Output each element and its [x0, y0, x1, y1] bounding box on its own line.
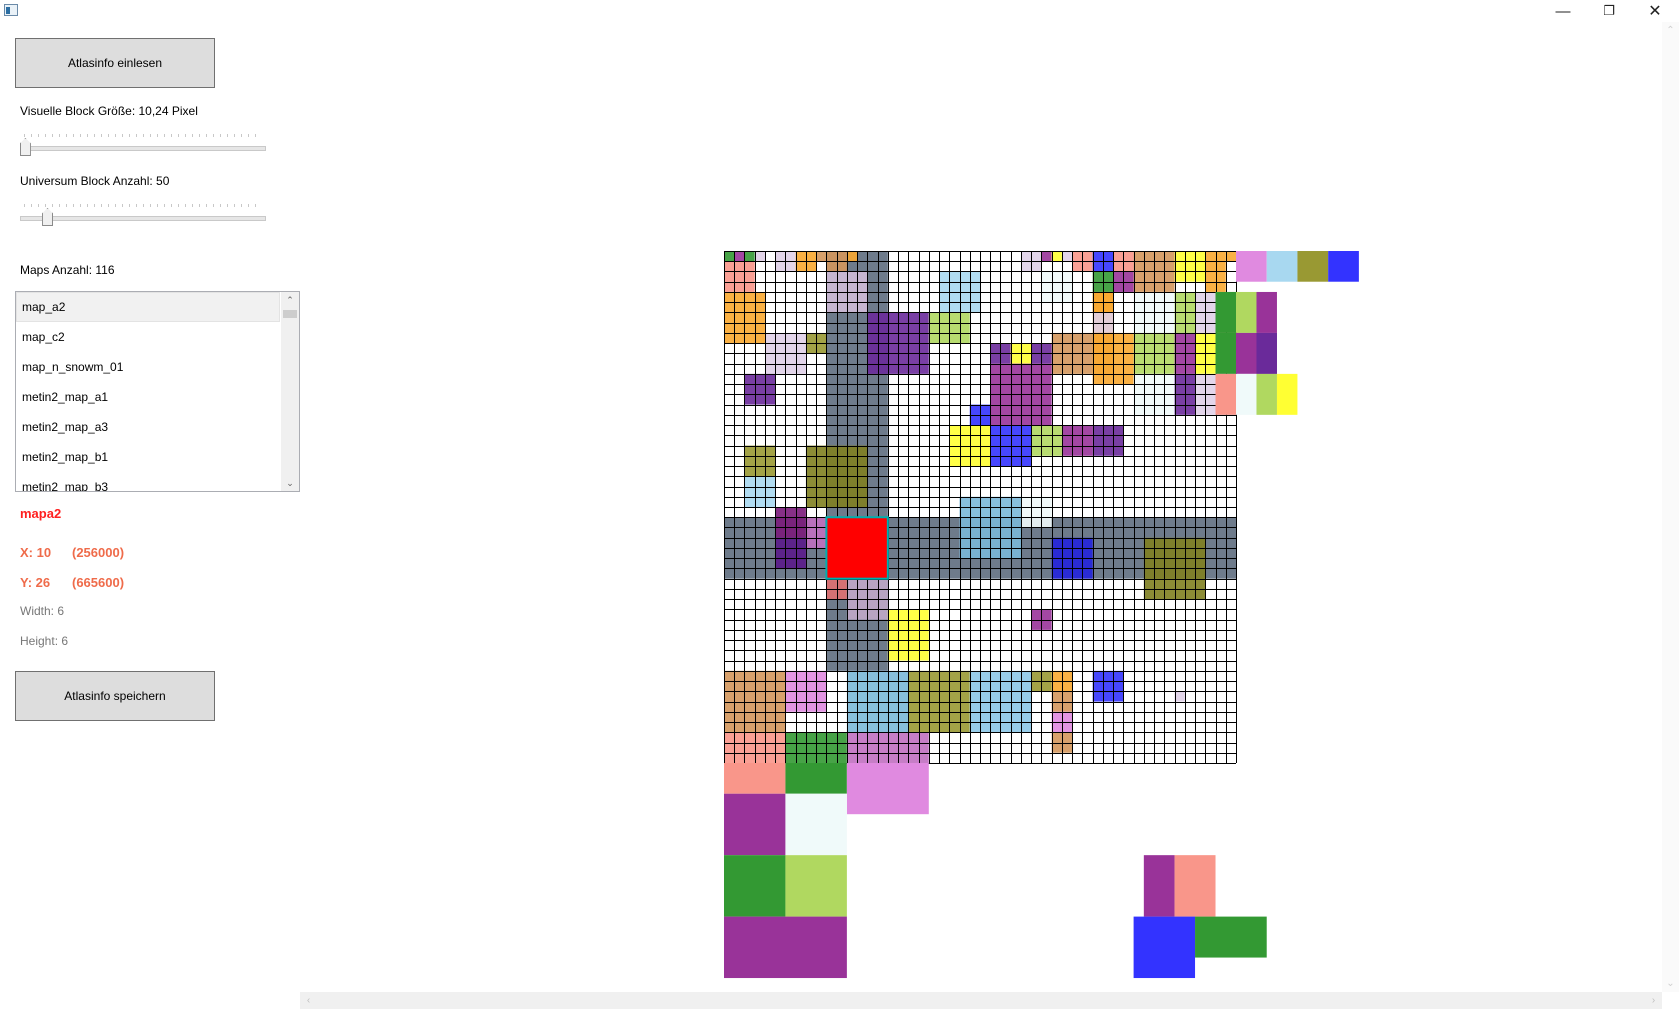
atlas-map-view[interactable] [0, 0, 1679, 1009]
map-block[interactable] [939, 271, 980, 313]
map-block[interactable] [846, 763, 929, 815]
map-block[interactable] [1092, 312, 1114, 333]
map-block[interactable] [1215, 373, 1236, 415]
map-block[interactable] [1225, 251, 1236, 262]
map-block[interactable] [949, 425, 991, 467]
map-block[interactable] [1041, 271, 1073, 303]
map-block[interactable] [1133, 916, 1196, 979]
map-block[interactable] [724, 855, 786, 917]
map-block[interactable] [1061, 425, 1093, 456]
map-block[interactable] [1297, 251, 1329, 282]
map-block[interactable] [1051, 251, 1062, 262]
map-block[interactable] [724, 732, 786, 763]
map-block[interactable] [990, 425, 1032, 467]
map-block[interactable] [775, 507, 806, 538]
map-block[interactable] [1236, 373, 1257, 415]
scroll-left-icon[interactable]: ‹ [300, 992, 317, 1009]
vertical-scrollbar[interactable]: ⌃ ⌄ [1662, 22, 1679, 992]
map-block[interactable] [1236, 251, 1267, 282]
map-block[interactable] [1195, 916, 1267, 958]
map-block[interactable] [816, 251, 827, 262]
map-block[interactable] [1143, 855, 1175, 917]
map-block[interactable] [744, 251, 755, 262]
map-block[interactable] [785, 763, 847, 794]
map-block[interactable] [1276, 373, 1298, 415]
map-block[interactable] [1020, 496, 1052, 528]
map-block[interactable] [724, 670, 786, 733]
map-block[interactable] [775, 537, 806, 569]
map-block[interactable] [744, 445, 776, 477]
map-block[interactable] [1092, 670, 1124, 702]
map-block[interactable] [724, 261, 755, 292]
selected-map-block[interactable] [825, 516, 889, 580]
map-block[interactable] [1174, 855, 1216, 917]
map-block[interactable] [734, 251, 745, 262]
map-block[interactable] [724, 251, 735, 262]
map-block[interactable] [724, 793, 786, 856]
map-block[interactable] [1236, 291, 1257, 333]
map-block[interactable] [724, 763, 786, 794]
map-block[interactable] [846, 732, 929, 763]
map-block[interactable] [754, 251, 765, 262]
map-block[interactable] [785, 793, 847, 856]
map-block[interactable] [1061, 251, 1073, 262]
map-block[interactable] [1328, 251, 1359, 282]
map-block[interactable] [826, 271, 868, 313]
map-block[interactable] [1051, 691, 1073, 712]
map-block[interactable] [846, 670, 909, 733]
map-block[interactable] [1256, 332, 1277, 374]
map-block[interactable] [1092, 271, 1114, 292]
horizontal-scrollbar[interactable]: ‹ › [300, 992, 1662, 1009]
map-block[interactable] [1031, 425, 1062, 456]
map-block[interactable] [744, 373, 776, 405]
map-block[interactable] [1256, 373, 1277, 415]
scroll-up-icon[interactable]: ⌃ [1662, 22, 1679, 39]
map-block[interactable] [846, 251, 858, 262]
map-block[interactable] [1051, 732, 1073, 753]
scroll-right-icon[interactable]: › [1645, 992, 1662, 1009]
atlas-canvas [0, 0, 1679, 1009]
map-block[interactable] [1174, 691, 1185, 702]
map-block[interactable] [1092, 425, 1124, 456]
map-block[interactable] [1256, 291, 1277, 333]
map-block[interactable] [1266, 251, 1298, 282]
map-block[interactable] [744, 476, 776, 507]
map-block[interactable] [1215, 332, 1236, 374]
map-block[interactable] [826, 578, 847, 600]
scroll-down-icon[interactable]: ⌄ [1662, 975, 1679, 992]
map-block[interactable] [1174, 251, 1206, 282]
map-block[interactable] [1041, 251, 1052, 262]
map-block[interactable] [785, 855, 847, 917]
map-block[interactable] [724, 916, 847, 979]
map-block[interactable] [1215, 291, 1236, 333]
